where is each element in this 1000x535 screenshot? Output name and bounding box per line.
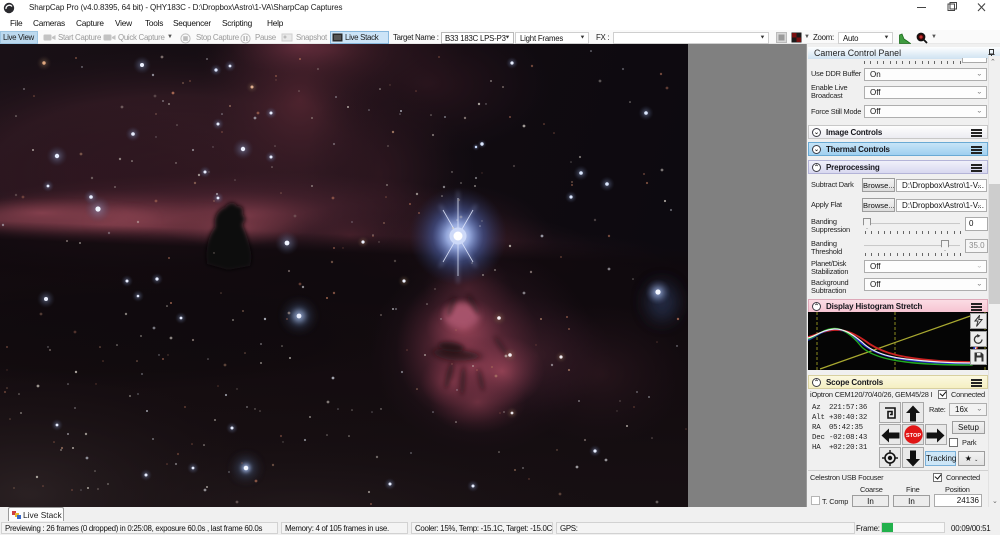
svg-text:STOP: STOP xyxy=(906,433,921,439)
